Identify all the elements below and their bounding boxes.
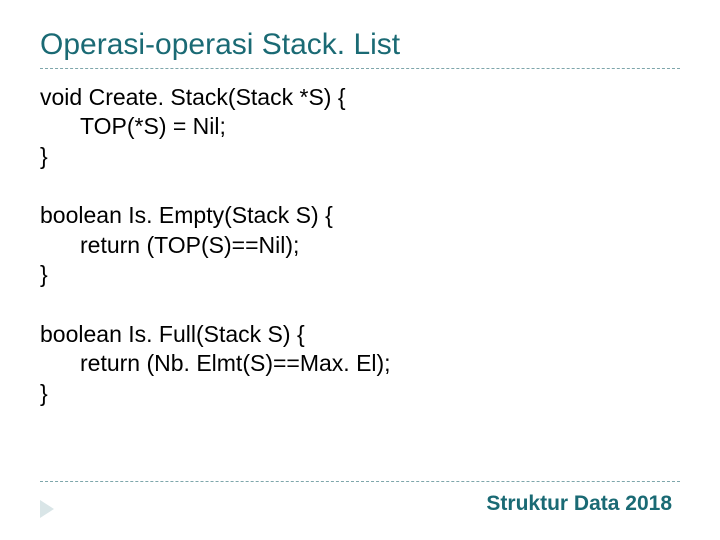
code-block: boolean Is. Empty(Stack S) { return (TOP… bbox=[40, 201, 680, 289]
slide: Operasi-operasi Stack. List void Create.… bbox=[0, 0, 720, 540]
footer-divider bbox=[40, 481, 680, 482]
code-line: } bbox=[40, 142, 680, 171]
play-icon bbox=[40, 500, 54, 518]
code-line: boolean Is. Full(Stack S) { bbox=[40, 320, 680, 349]
footer-text: Struktur Data 2018 bbox=[486, 492, 672, 516]
title-divider bbox=[40, 68, 680, 69]
code-line: } bbox=[40, 260, 680, 289]
code-line: return (TOP(S)==Nil); bbox=[40, 231, 680, 260]
slide-title: Operasi-operasi Stack. List bbox=[40, 28, 680, 62]
code-line: TOP(*S) = Nil; bbox=[40, 112, 680, 141]
code-line: boolean Is. Empty(Stack S) { bbox=[40, 201, 680, 230]
code-line: void Create. Stack(Stack *S) { bbox=[40, 83, 680, 112]
code-block: void Create. Stack(Stack *S) { TOP(*S) =… bbox=[40, 83, 680, 171]
code-line: } bbox=[40, 379, 680, 408]
slide-content: void Create. Stack(Stack *S) { TOP(*S) =… bbox=[40, 83, 680, 408]
code-block: boolean Is. Full(Stack S) { return (Nb. … bbox=[40, 320, 680, 408]
code-line: return (Nb. Elmt(S)==Max. El); bbox=[40, 349, 680, 378]
